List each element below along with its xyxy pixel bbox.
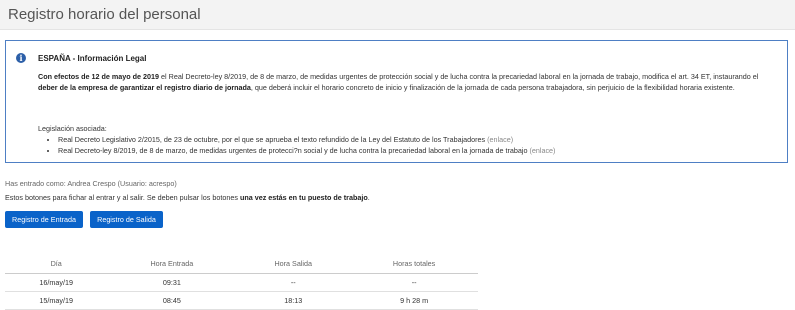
hint-bold: una vez estás en tu puesto de trabajo [239,193,368,202]
info-icon: i [16,53,26,63]
info-text-2: , que deberá incluir el horario concreto… [250,83,735,92]
info-duty-text: deber de la empresa de garantizar el reg… [38,83,251,92]
exit-register-button[interactable]: Registro de Salida [90,211,163,228]
time-records-table: Día Hora Entrada Hora Salida Horas total… [5,253,478,310]
legislation-text: Real Decreto-ley 8/2019, de 8 de marzo, … [58,146,530,155]
hint-end: . [367,193,370,202]
cell-day: 15/may/19 [5,291,108,310]
cell-entry: 08:45 [107,291,237,310]
legislation-list: Real Decreto Legislativo 2/2015, de 23 d… [48,134,555,156]
cell-day: 16/may/19 [5,273,108,292]
column-header-day: Día [5,253,108,274]
legislation-link[interactable]: (enlace) [487,135,513,144]
column-header-exit: Hora Salida [236,253,351,274]
logged-in-user: Has entrado como: Andrea Crespo (Usuario… [5,179,177,188]
info-paragraph: Con efectos de 12 de mayo de 2019 el Rea… [38,71,778,93]
column-header-entry: Hora Entrada [107,253,237,274]
page-header: Registro horario del personal [0,0,795,30]
cell-exit: 18:13 [236,291,351,310]
table-row: 15/may/19 08:45 18:13 9 h 28 m [5,291,478,310]
hint-text: Estos botones para fichar al entrar y al… [5,193,240,202]
legislation-label: Legislación asociada: [38,124,107,133]
legislation-item: Real Decreto Legislativo 2/2015, de 23 d… [58,134,555,145]
table-header-row: Día Hora Entrada Hora Salida Horas total… [5,253,478,274]
cell-total: -- [350,273,478,292]
legislation-text: Real Decreto Legislativo 2/2015, de 23 d… [58,135,488,144]
info-title: ESPAÑA - Información Legal [38,54,147,63]
cell-entry: 09:31 [107,273,237,292]
legal-info-box: i ESPAÑA - Información Legal Con efectos… [5,40,788,163]
info-effective-date: Con efectos de 12 de mayo de 2019 [38,72,160,81]
entry-register-button[interactable]: Registro de Entrada [5,211,83,228]
legislation-item: Real Decreto-ley 8/2019, de 8 de marzo, … [58,145,555,156]
cell-exit: -- [236,273,351,292]
page-title: Registro horario del personal [8,6,201,23]
table-row: 16/may/19 09:31 -- -- [5,273,478,292]
legislation-link[interactable]: (enlace) [529,146,555,155]
buttons-hint: Estos botones para fichar al entrar y al… [5,193,370,202]
info-text-1: el Real Decreto-ley 8/2019, de 8 de marz… [159,72,759,81]
column-header-total: Horas totales [350,253,478,274]
cell-total: 9 h 28 m [350,291,478,310]
